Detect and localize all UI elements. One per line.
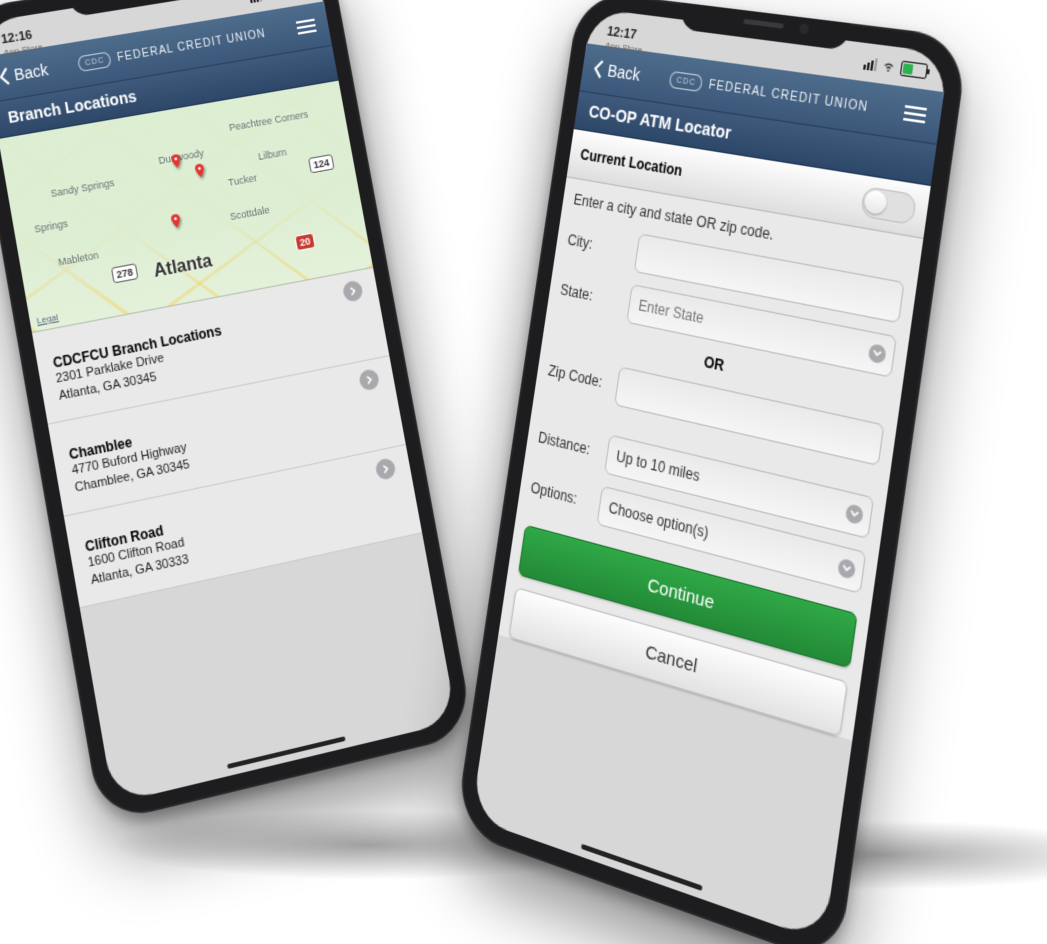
cancel-button-label: Cancel bbox=[644, 641, 699, 677]
current-location-label: Current Location bbox=[579, 146, 683, 180]
chevron-left-icon bbox=[592, 59, 605, 79]
options-value: Choose option(s) bbox=[608, 499, 710, 542]
map-city-label: Mableton bbox=[57, 249, 99, 268]
signal-icon bbox=[863, 57, 878, 71]
route-shield: 20 bbox=[294, 232, 316, 251]
continue-button-label: Continue bbox=[646, 574, 715, 614]
route-shield: 278 bbox=[111, 263, 139, 283]
wifi-icon bbox=[881, 59, 897, 74]
map-city-label: Tucker bbox=[227, 172, 258, 188]
back-label: Back bbox=[606, 61, 641, 85]
map-pin-icon[interactable] bbox=[166, 211, 181, 227]
current-location-toggle[interactable] bbox=[860, 186, 917, 225]
route-shield: 124 bbox=[308, 154, 335, 174]
map-main-city: Atlanta bbox=[152, 252, 214, 283]
brand-logo-icon: CDC bbox=[77, 51, 112, 72]
menu-button[interactable] bbox=[889, 103, 942, 126]
chevron-down-icon bbox=[849, 509, 860, 519]
map-pin-icon[interactable] bbox=[166, 151, 181, 167]
chevron-down-icon bbox=[841, 564, 852, 574]
distance-label: Distance: bbox=[537, 429, 600, 461]
state-placeholder: Enter State bbox=[637, 297, 705, 327]
menu-button[interactable] bbox=[283, 17, 329, 37]
distance-value: Up to 10 miles bbox=[615, 448, 701, 486]
map-city-label: Peachtree Corners bbox=[228, 109, 309, 134]
brand-name: FEDERAL CREDIT UNION bbox=[116, 27, 267, 64]
signal-icon bbox=[249, 0, 262, 3]
back-label: Back bbox=[13, 60, 50, 84]
map-city-label: Sandy Springs bbox=[50, 177, 116, 200]
map-city-label: Scottdale bbox=[229, 204, 271, 222]
chevron-down-icon bbox=[872, 349, 883, 359]
city-label: City: bbox=[567, 231, 630, 259]
wifi-icon bbox=[264, 0, 278, 1]
back-button[interactable]: Back bbox=[582, 57, 652, 86]
zip-label: Zip Code: bbox=[547, 362, 610, 392]
map-legal-link[interactable]: Legal bbox=[36, 312, 59, 326]
chevron-left-icon bbox=[0, 67, 11, 87]
map-city-label: Lilburn bbox=[257, 146, 287, 162]
battery-icon bbox=[900, 60, 929, 79]
phone-left: 12:16 App Store Back CDC FED bbox=[0, 0, 474, 824]
options-label: Options: bbox=[530, 479, 592, 511]
brand-name: FEDERAL CREDIT UNION bbox=[708, 78, 869, 114]
map-city-label: Springs bbox=[33, 218, 68, 235]
back-button[interactable]: Back bbox=[0, 59, 61, 89]
state-label: State: bbox=[559, 281, 622, 310]
atm-locator-form: Current Location Enter a city and state … bbox=[498, 129, 930, 741]
brand-logo-icon: CDC bbox=[669, 71, 704, 93]
map-pin-icon[interactable] bbox=[190, 161, 205, 177]
phone-right: 12:17 App Store Back CDC FED bbox=[454, 0, 969, 944]
